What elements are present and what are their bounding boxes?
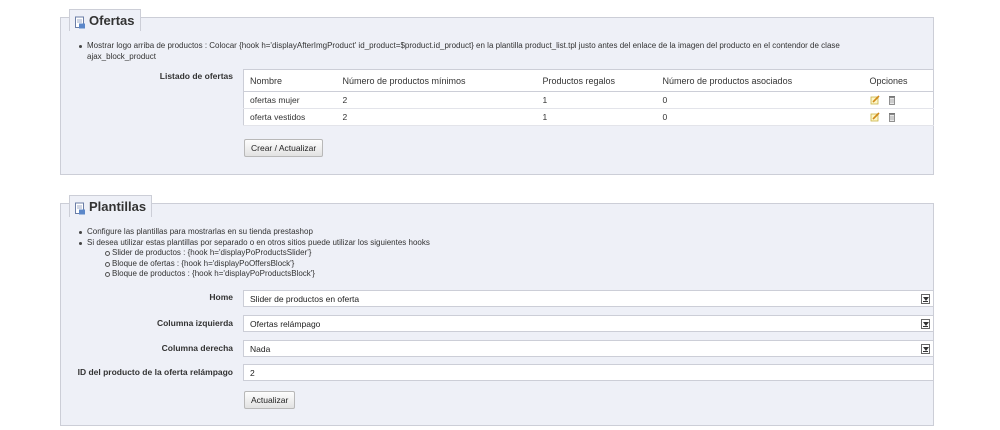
pencil-icon[interactable] [870,95,880,105]
left-column-label: Columna izquierda [156,318,233,328]
right-column-select[interactable]: Nada [243,340,934,357]
home-select[interactable]: Slider de productos en oferta [243,290,934,307]
trash-icon[interactable] [887,95,897,106]
pencil-icon[interactable] [870,112,880,122]
ofertas-panel: Ofertas Mostrar logo arriba de productos… [60,9,934,175]
hook-item: Bloque de ofertas : {hook h='displayPoOf… [87,259,430,270]
right-column-label: Columna derecha [161,343,233,353]
plantillas-title: Plantillas [89,199,147,214]
cell-opciones [863,91,934,109]
hook-item: Bloque de productos : {hook h='displayPo… [87,269,430,280]
table-row: oferta vestidos 2 1 0 [243,108,934,126]
cell-minimos: 2 [336,108,537,126]
ofertas-list-label: Listado de ofertas [159,71,233,81]
column-header-asociados: Número de productos asociados [656,69,864,92]
ofertas-legend: Ofertas [69,9,141,31]
cell-regalos: 1 [536,91,657,109]
cell-asociados: 0 [656,108,864,126]
column-header-nombre: Nombre [243,69,337,92]
cell-opciones [863,108,934,126]
flash-offer-id-label: ID del producto de la oferta relámpago [77,367,233,377]
crear-actualizar-button[interactable]: Crear / Actualizar [244,139,324,157]
plantillas-note: Configure las plantillas para mostrarlas… [79,227,430,238]
trash-icon[interactable] [887,112,897,123]
chevron-down-icon[interactable] [921,319,930,329]
table-row: ofertas mujer 2 1 0 [243,91,934,109]
cell-regalos: 1 [536,108,657,126]
home-select-value: Slider de productos en oferta [250,293,360,304]
plantillas-legend: Plantillas [69,195,153,217]
hook-item: Slider de productos : {hook h='displayPo… [87,248,430,259]
flash-offer-id-input[interactable]: 2 [243,364,934,381]
chevron-down-icon[interactable] [921,294,930,304]
flash-offer-id-value: 2 [250,367,255,378]
home-label: Home [209,292,233,302]
ofertas-note-line2: ajax_block_product [87,51,156,61]
ofertas-notes: Mostrar logo arriba de productos : Coloc… [79,41,840,62]
column-header-minimos: Número de productos mínimos [336,69,537,92]
ofertas-title: Ofertas [89,13,135,28]
plantillas-notes: Configure las plantillas para mostrarlas… [79,227,430,280]
ofertas-table: Nombre Número de productos mínimos Produ… [243,69,934,126]
ofertas-note: Mostrar logo arriba de productos : Coloc… [79,41,840,62]
document-icon [75,202,85,215]
plantillas-panel: Plantillas Configure las plantillas para… [60,195,934,426]
left-column-select-value: Ofertas relámpago [250,318,321,329]
chevron-down-icon[interactable] [921,344,930,354]
column-header-opciones: Opciones [863,69,934,92]
plantillas-note: Si desea utilizar estas plantillas por s… [79,237,430,247]
document-icon [75,16,85,29]
cell-asociados: 0 [656,91,864,109]
cell-minimos: 2 [336,91,537,109]
cell-nombre: ofertas mujer [243,91,337,109]
actualizar-button[interactable]: Actualizar [244,391,296,409]
ofertas-note-line1: Mostrar logo arriba de productos : Coloc… [87,41,840,50]
left-column-select[interactable]: Ofertas relámpago [243,315,934,332]
right-column-select-value: Nada [250,343,271,354]
column-header-regalos: Productos regalos [536,69,657,92]
cell-nombre: oferta vestidos [243,108,337,126]
table-header-row: Nombre Número de productos mínimos Produ… [243,69,934,92]
